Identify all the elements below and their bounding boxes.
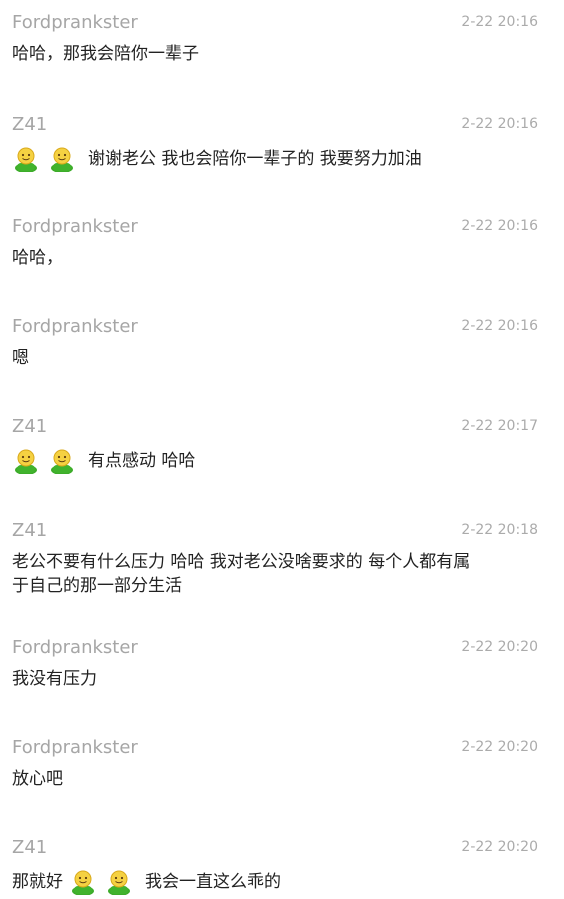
message-text-line: 于自己的那一部分生活 xyxy=(12,576,182,596)
sender-name: Fordprankster xyxy=(12,216,138,237)
message-content: 那就好 我会一直这么乖的 xyxy=(12,869,512,895)
timestamp: 2-22 20:16 xyxy=(461,14,538,30)
message-text: 哈哈， xyxy=(12,248,63,268)
smiley-person-emoji-icon xyxy=(12,448,42,474)
timestamp: 2-22 20:20 xyxy=(461,639,538,655)
timestamp: 2-22 20:16 xyxy=(461,218,538,234)
sender-name: Z41 xyxy=(12,837,48,858)
message-text: 那就好 xyxy=(12,872,63,892)
message-content: 谢谢老公 我也会陪你一辈子的 我要努力加油 xyxy=(12,146,512,172)
smiley-person-emoji-icon xyxy=(69,869,99,895)
sender-name: Z41 xyxy=(12,114,48,135)
sender-name: Fordprankster xyxy=(12,12,138,33)
message-text: 老公不要有什么压力 哈哈 我对老公没啥要求的 每个人都有属 于自己的那一部分生活 xyxy=(12,550,512,598)
timestamp: 2-22 20:16 xyxy=(461,318,538,334)
message-text-line: 老公不要有什么压力 哈哈 我对老公没啥要求的 每个人都有属 xyxy=(12,552,471,572)
timestamp: 2-22 20:17 xyxy=(461,418,538,434)
message-text: 谢谢老公 我也会陪你一辈子的 我要努力加油 xyxy=(88,149,422,169)
message-text: 嗯 xyxy=(12,348,29,368)
message-content: 有点感动 哈哈 xyxy=(12,448,512,474)
smiley-person-emoji-icon xyxy=(12,146,42,172)
smiley-person-emoji-icon xyxy=(48,146,78,172)
sender-name: Fordprankster xyxy=(12,637,138,658)
timestamp: 2-22 20:16 xyxy=(461,116,538,132)
message-text: 我会一直这么乖的 xyxy=(145,872,281,892)
timestamp: 2-22 20:20 xyxy=(461,739,538,755)
message-text: 哈哈，那我会陪你一辈子 xyxy=(12,44,199,64)
message-text: 我没有压力 xyxy=(12,669,97,689)
sender-name: Fordprankster xyxy=(12,737,138,758)
smiley-person-emoji-icon xyxy=(105,869,135,895)
timestamp: 2-22 20:20 xyxy=(461,839,538,855)
message-text: 有点感动 哈哈 xyxy=(88,451,196,471)
sender-name: Fordprankster xyxy=(12,316,138,337)
smiley-person-emoji-icon xyxy=(48,448,78,474)
sender-name: Z41 xyxy=(12,520,48,541)
message-text: 放心吧 xyxy=(12,769,63,789)
sender-name: Z41 xyxy=(12,416,48,437)
timestamp: 2-22 20:18 xyxy=(461,522,538,538)
